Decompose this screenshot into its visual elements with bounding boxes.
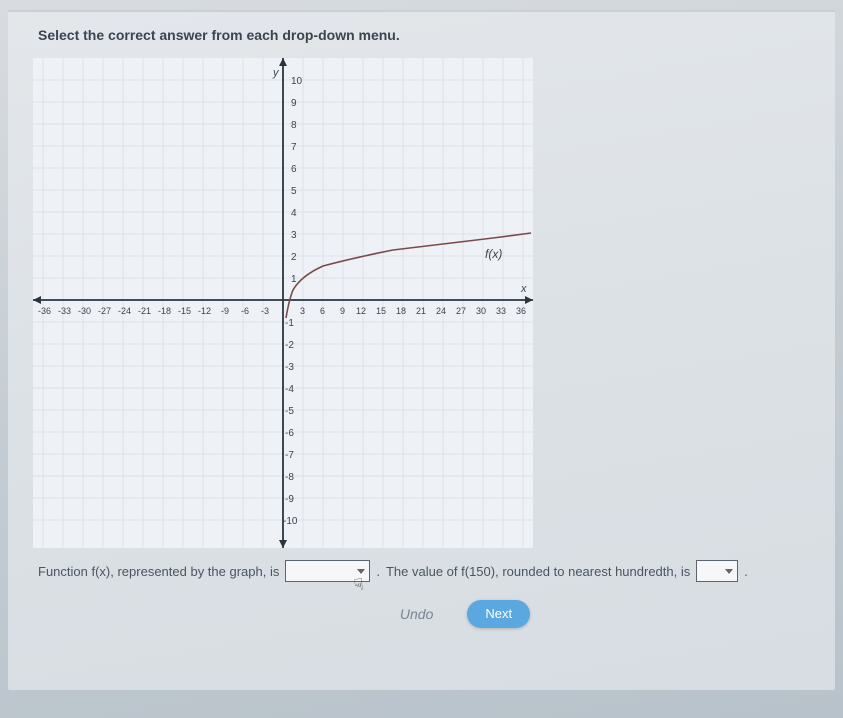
svg-text:9: 9 xyxy=(291,98,297,109)
svg-text:-24: -24 xyxy=(118,306,131,316)
svg-text:-21: -21 xyxy=(138,306,151,316)
answer-period-2: . xyxy=(744,564,748,579)
dropdown-value[interactable] xyxy=(696,560,738,582)
svg-text:15: 15 xyxy=(376,306,386,316)
svg-text:-2: -2 xyxy=(285,340,294,351)
svg-text:-30: -30 xyxy=(78,306,91,316)
svg-text:6: 6 xyxy=(320,306,325,316)
svg-text:1: 1 xyxy=(291,274,297,285)
dropdown-function-type[interactable]: ☟ xyxy=(285,560,370,582)
chevron-down-icon xyxy=(357,569,365,574)
svg-text:12: 12 xyxy=(356,306,366,316)
svg-text:-18: -18 xyxy=(158,306,171,316)
answer-text-1: Function f(x), represented by the graph,… xyxy=(38,564,279,579)
svg-text:18: 18 xyxy=(396,306,406,316)
svg-text:-4: -4 xyxy=(285,384,294,395)
button-row: Undo Next xyxy=(158,600,758,628)
svg-text:-6: -6 xyxy=(285,428,294,439)
svg-text:-1: -1 xyxy=(285,318,294,329)
cursor-icon: ☟ xyxy=(353,574,366,595)
undo-button[interactable]: Undo xyxy=(386,600,447,628)
svg-text:2: 2 xyxy=(291,252,297,263)
svg-text:-5: -5 xyxy=(285,406,294,417)
instruction-text: Select the correct answer from each drop… xyxy=(38,27,815,43)
svg-text:9: 9 xyxy=(340,306,345,316)
question-card: Select the correct answer from each drop… xyxy=(8,10,835,690)
svg-text:x: x xyxy=(520,283,527,295)
svg-text:33: 33 xyxy=(496,306,506,316)
svg-text:36: 36 xyxy=(516,306,526,316)
svg-text:-10: -10 xyxy=(283,516,298,527)
svg-text:-9: -9 xyxy=(285,494,294,505)
svg-text:7: 7 xyxy=(291,142,297,153)
svg-text:-36: -36 xyxy=(38,306,51,316)
svg-text:3: 3 xyxy=(291,230,297,241)
svg-text:27: 27 xyxy=(456,306,466,316)
svg-text:6: 6 xyxy=(291,164,297,175)
svg-text:-3: -3 xyxy=(261,306,269,316)
svg-text:-12: -12 xyxy=(198,306,211,316)
svg-text:24: 24 xyxy=(436,306,446,316)
svg-text:-3: -3 xyxy=(285,362,294,373)
svg-text:-27: -27 xyxy=(98,306,111,316)
svg-text:10: 10 xyxy=(291,76,303,87)
next-button[interactable]: Next xyxy=(467,600,530,628)
svg-text:-15: -15 xyxy=(178,306,191,316)
svg-text:3: 3 xyxy=(300,306,305,316)
answer-period-1: . xyxy=(376,564,380,579)
answer-text-2: The value of f(150), rounded to nearest … xyxy=(386,564,690,579)
svg-text:30: 30 xyxy=(476,306,486,316)
graph-svg: 10 9 8 7 6 5 4 3 2 1 -1 -2 -3 -4 -5 -6 -… xyxy=(33,58,533,548)
chevron-down-icon xyxy=(725,569,733,574)
svg-text:21: 21 xyxy=(416,306,426,316)
svg-text:-33: -33 xyxy=(58,306,71,316)
svg-text:5: 5 xyxy=(291,186,297,197)
svg-text:-9: -9 xyxy=(221,306,229,316)
svg-text:-7: -7 xyxy=(285,450,294,461)
answer-sentence: Function f(x), represented by the graph,… xyxy=(38,560,815,582)
svg-text:4: 4 xyxy=(291,208,297,219)
svg-text:-6: -6 xyxy=(241,306,249,316)
graph: 10 9 8 7 6 5 4 3 2 1 -1 -2 -3 -4 -5 -6 -… xyxy=(33,58,533,548)
svg-text:8: 8 xyxy=(291,120,297,131)
svg-text:-8: -8 xyxy=(285,472,294,483)
curve-label: f(x) xyxy=(485,247,502,261)
